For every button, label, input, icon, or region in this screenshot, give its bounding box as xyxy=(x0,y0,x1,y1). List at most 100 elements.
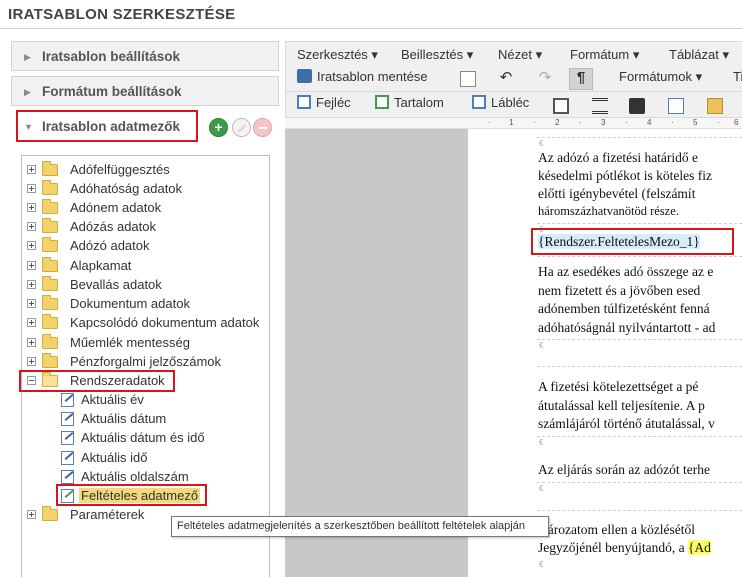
menu-formatum[interactable]: Formátum ▾ xyxy=(570,47,639,63)
ruler-tick: · xyxy=(533,118,536,127)
section-formatum-beallitasok[interactable]: ▶ Formátum beállítások xyxy=(11,76,279,106)
ruler: · 1 · 2 · 3 · 4 · 5 · 6 xyxy=(285,118,742,129)
footer-button[interactable]: Lábléc xyxy=(472,95,529,116)
collapse-icon[interactable] xyxy=(27,376,36,385)
folder-open-icon xyxy=(42,372,58,387)
footer-label: Lábléc xyxy=(491,95,530,110)
paragraph-mark: € xyxy=(539,484,544,493)
folder-icon xyxy=(42,237,58,252)
section-label: Iratsablon beállítások xyxy=(42,49,181,64)
menu-beillesztes[interactable]: Beillesztés ▾ xyxy=(401,47,473,63)
add-field-button[interactable]: + xyxy=(209,118,228,137)
folder-icon xyxy=(42,161,58,176)
content-button[interactable]: Tartalom xyxy=(375,95,444,116)
ruler-tick: 2 xyxy=(555,118,560,127)
expand-icon[interactable] xyxy=(27,510,36,519)
expand-icon[interactable] xyxy=(27,203,36,212)
paragraph-mark: € xyxy=(539,341,544,350)
redo-button[interactable]: ↷ xyxy=(533,68,557,90)
tree-node-label: Adóhatóság adatok xyxy=(70,181,183,196)
folder-icon xyxy=(42,334,58,349)
text-line: atározatom ellen a közlésétől xyxy=(538,522,696,537)
copy-icon xyxy=(668,98,684,114)
tree-node-label: Alapkamat xyxy=(70,258,132,273)
field-placeholder[interactable]: {Rendszer.FeltetelesMezo_1} xyxy=(538,234,700,249)
tree-node-label: Bevallás adatok xyxy=(70,277,162,292)
expand-icon[interactable] xyxy=(27,241,36,250)
show-formatting-button[interactable]: ¶ xyxy=(569,68,593,90)
formats-dropdown[interactable]: Formátumok ▾ xyxy=(619,69,702,90)
field-icon xyxy=(61,412,74,426)
folder-icon xyxy=(42,257,58,272)
expand-icon[interactable] xyxy=(27,280,36,289)
text-line: Jegyzőjénél benyújtandó, a {Ad xyxy=(538,540,711,556)
save-label: Iratsablon mentése xyxy=(317,69,428,84)
paragraph-separator xyxy=(537,137,742,138)
text-line: A fizetési kötelezettséget a pé xyxy=(538,379,699,394)
field-icon xyxy=(61,470,74,484)
chevron-down-icon: ▼ xyxy=(24,122,33,132)
text-line: átutalással kell teljesítenie. A p xyxy=(538,398,705,413)
expand-icon[interactable] xyxy=(27,318,36,327)
header-button[interactable]: Fejléc xyxy=(297,95,351,116)
expand-icon[interactable] xyxy=(27,184,36,193)
tree-node-label: Rendszeradatok xyxy=(70,373,165,388)
barcode-button[interactable] xyxy=(588,94,612,116)
copy-button[interactable] xyxy=(664,94,688,116)
menu-szerkesztes[interactable]: Szerkesztés ▾ xyxy=(297,47,378,63)
folder-icon xyxy=(42,276,58,291)
menu-tablazat[interactable]: Táblázat ▾ xyxy=(669,47,729,63)
paragraph-mark: € xyxy=(539,438,544,447)
expand-icon[interactable] xyxy=(27,299,36,308)
page-header: IRATSABLON SZERKESZTÉSE xyxy=(0,0,742,29)
expand-icon[interactable] xyxy=(27,165,36,174)
delete-field-button[interactable] xyxy=(253,118,272,137)
tree-leaf-label: Aktuális oldalszám xyxy=(81,469,189,484)
text-line: nem fizetett és a jövőben esed xyxy=(538,283,701,298)
folder-icon xyxy=(42,295,58,310)
paste-button[interactable] xyxy=(703,94,727,116)
tree-node-label: Dokumentum adatok xyxy=(70,296,190,311)
menu-nezet[interactable]: Nézet ▾ xyxy=(498,47,542,63)
edit-field-button[interactable] xyxy=(232,118,251,137)
folder-icon xyxy=(42,180,58,195)
save-template-button[interactable]: Iratsablon mentése xyxy=(297,69,428,90)
expand-icon[interactable] xyxy=(27,338,36,347)
tree-node-label: Kapcsolódó dokumentum adatok xyxy=(70,315,260,330)
folder-icon xyxy=(42,506,58,521)
undo-button[interactable]: ↶ xyxy=(494,68,518,90)
tree-leaf-label: Feltételes adatmező xyxy=(79,488,201,503)
conditional-field[interactable]: {Rendszer.FeltetelesMezo_1} xyxy=(538,234,700,250)
ruler-tick: · xyxy=(717,118,720,127)
tree-node-label: Pénzforgalmi jelzőszámok xyxy=(70,354,222,369)
paragraph-mark: € xyxy=(539,139,544,148)
expand-icon[interactable] xyxy=(27,357,36,366)
disk-button[interactable] xyxy=(625,94,649,116)
paragraph-separator xyxy=(537,482,742,483)
field-placeholder[interactable]: {Ad xyxy=(687,540,711,555)
field-tree[interactable]: Adófelfüggesztés Adóhatóság adatok Adóne… xyxy=(21,155,270,577)
paragraph-separator xyxy=(537,366,742,367)
paragraph-separator xyxy=(537,339,742,340)
tree-leaf-label: Aktuális dátum xyxy=(81,411,167,426)
ruler-tick: 5 xyxy=(693,118,698,127)
field-icon xyxy=(61,431,74,445)
content-label: Tartalom xyxy=(394,95,444,110)
field-icon xyxy=(61,393,74,407)
expand-icon[interactable] xyxy=(27,222,36,231)
page-title: IRATSABLON SZERKESZTÉSE xyxy=(8,6,236,23)
ruler-tick: 4 xyxy=(647,118,652,127)
image-button[interactable] xyxy=(549,94,573,116)
field-icon xyxy=(61,489,74,503)
preview-button[interactable] xyxy=(456,68,480,90)
chevron-right-icon: ▶ xyxy=(24,87,31,97)
ruler-tick: · xyxy=(671,118,674,127)
tree-node-label: Adófelfüggesztés xyxy=(70,162,170,177)
paragraph-separator xyxy=(537,256,742,257)
truncated-toolbar-item[interactable]: Ti xyxy=(733,69,742,90)
text-line: Ha az esedékes adó összege az e xyxy=(538,264,714,279)
expand-icon[interactable] xyxy=(27,261,36,270)
section-iratsablon-beallitasok[interactable]: ▶ Iratsablon beállítások xyxy=(11,41,279,71)
editor-toolbar-1: Iratsablon mentése ↶ ↷ ¶ Formátumok ▾ Ti xyxy=(285,66,742,92)
tree-node-label: Adózó adatok xyxy=(70,238,150,253)
